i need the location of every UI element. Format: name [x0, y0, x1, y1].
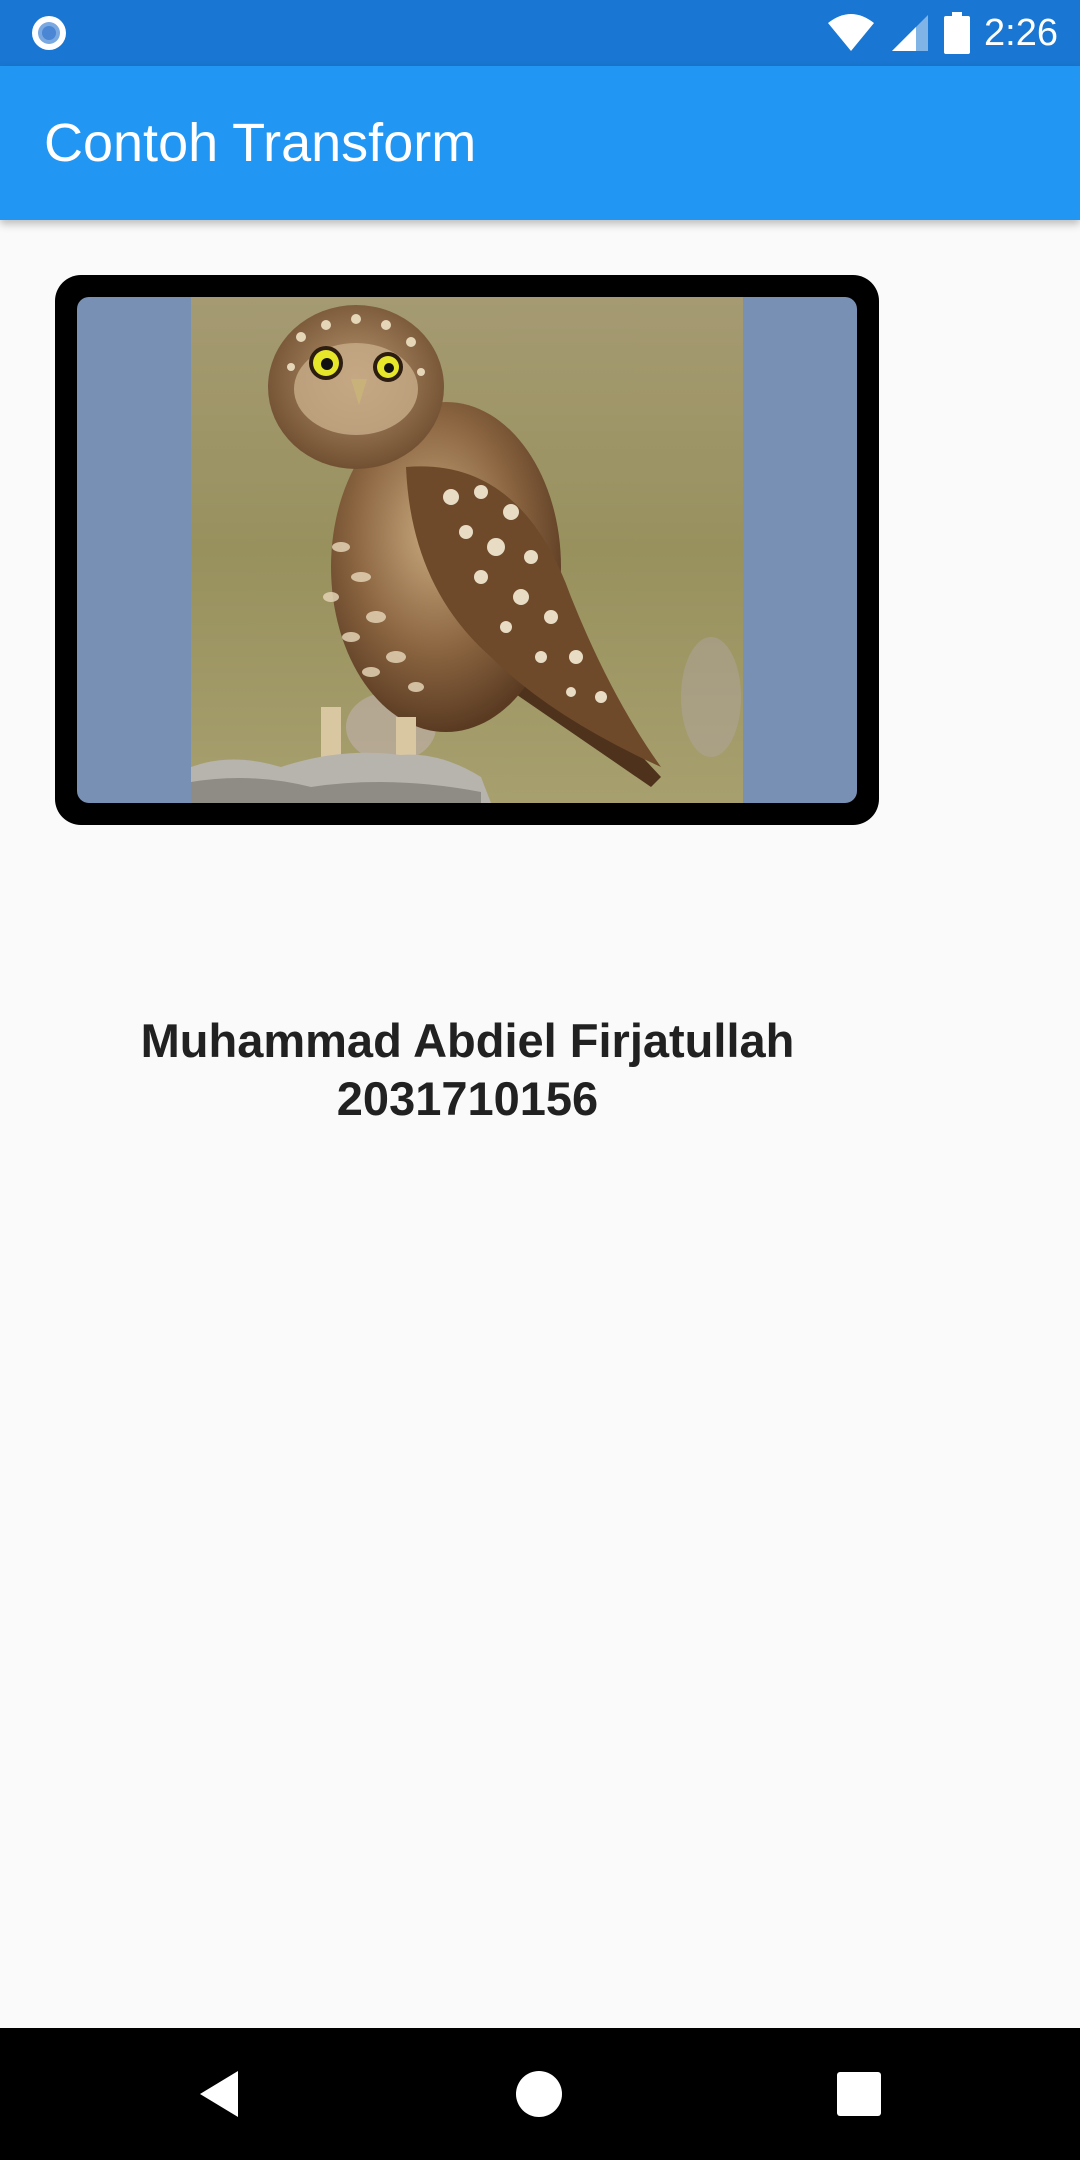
- status-icons: 2:26: [826, 0, 1058, 66]
- student-name: Muhammad Abdiel Firjatullah: [140, 1014, 795, 1067]
- recents-icon[interactable]: [826, 2061, 892, 2127]
- app-bar: Contoh Transform: [0, 66, 1080, 220]
- cellular-signal-icon: [892, 15, 929, 51]
- image-container: [77, 297, 857, 803]
- student-id: 2031710156: [336, 1072, 599, 1125]
- back-icon[interactable]: [186, 2061, 252, 2127]
- wifi-icon: [828, 14, 875, 51]
- student-info: Muhammad Abdiel Firjatullah 2031710156: [80, 1012, 855, 1128]
- app-screen: 2:26 Contoh Transform Muhammad Abdiel Fi…: [0, 0, 1080, 2160]
- owl-photo: [191, 297, 743, 803]
- image-card: [55, 275, 879, 825]
- navigation-bar: [0, 2028, 1080, 2160]
- status-time: 2:26: [984, 12, 1058, 54]
- battery-icon: [944, 12, 971, 54]
- status-bar: 2:26: [0, 0, 1080, 66]
- home-icon[interactable]: [506, 2061, 572, 2127]
- circle-notification-icon: [32, 16, 66, 50]
- app-title: Contoh Transform: [44, 113, 477, 173]
